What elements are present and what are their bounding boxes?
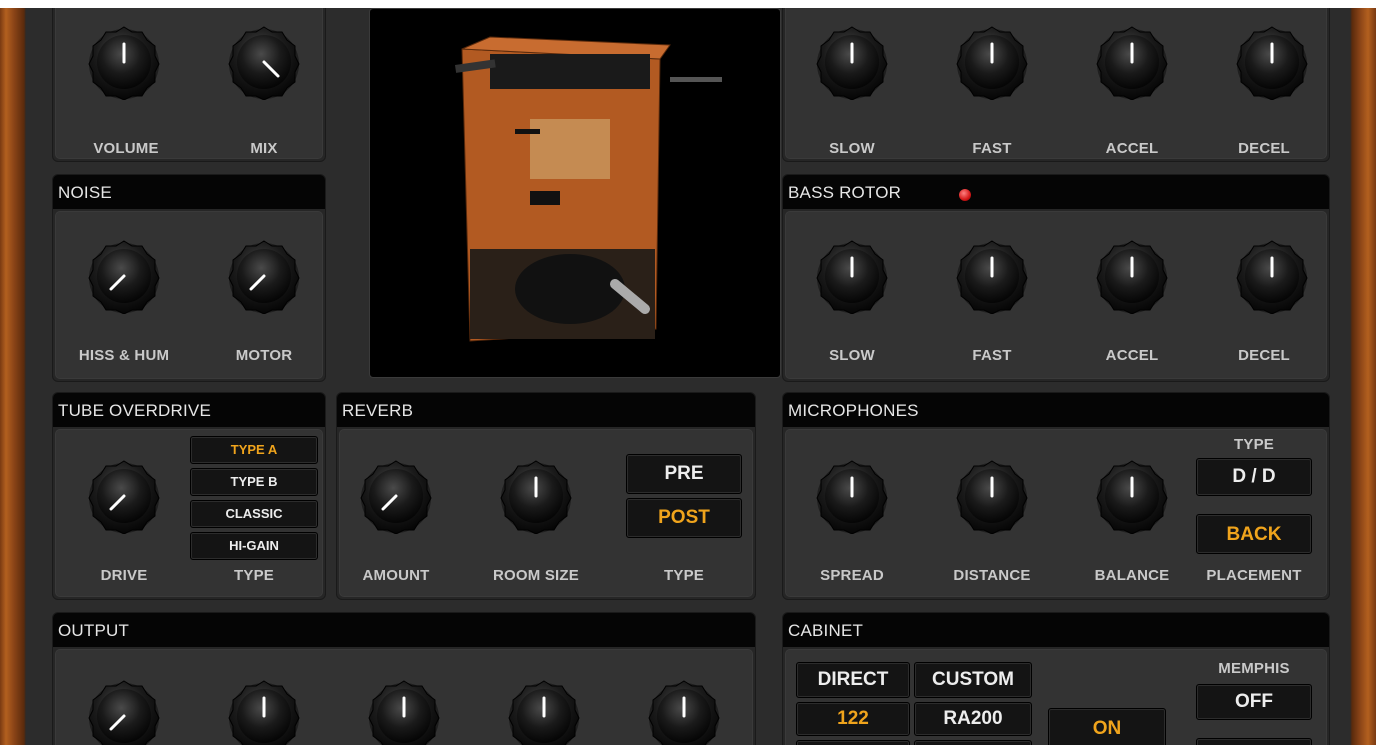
bass-rotor-section: BASS ROTOR SLOW FAST ACCEL DECEL [782,174,1330,382]
cabinet-custom-button[interactable]: CUSTOM [914,662,1032,698]
tube-overdrive-section: TUBE OVERDRIVE TYPE A TYPE B CLASSIC HI-… [52,392,326,600]
plugin-panel: VOLUME MIX SLOW FAST ACCEL DECEL NOISE H… [26,8,1350,745]
reverb-amount-label: AMOUNT [362,567,430,584]
bass-slow-knob[interactable] [814,238,890,314]
reverb-post-button[interactable]: POST [626,498,742,538]
treble-fast-knob[interactable] [954,24,1030,100]
room-size-knob[interactable] [498,458,574,534]
room-size-label: ROOM SIZE [493,567,579,584]
treble-accel-label: ACCEL [1105,140,1159,157]
reverb-section: REVERB PRE POST AMOUNT ROOM SIZE TYPE [336,392,756,600]
cabinet-row3-right-button[interactable] [914,740,1032,745]
output-knob-2[interactable] [226,678,302,745]
bass-slow-label: SLOW [829,347,875,364]
tube-type-b-button[interactable]: TYPE B [190,468,318,496]
noise-title: NOISE [58,183,112,202]
microphones-header: MICROPHONES [783,393,1329,427]
output-section: OUTPUT [52,612,756,745]
reverb-header: REVERB [337,393,755,427]
noise-section: NOISE HISS & HUM MOTOR [52,174,326,382]
reverb-pre-button[interactable]: PRE [626,454,742,494]
mic-type-button[interactable]: D / D [1196,458,1312,496]
microphones-section: MICROPHONES TYPE D / D BACK SPREAD DISTA… [782,392,1330,600]
reverb-amount-knob[interactable] [358,458,434,534]
treble-rotor-section: SLOW FAST ACCEL DECEL [782,8,1330,162]
hiss-hum-label: HISS & HUM [78,347,170,364]
volume-label: VOLUME [93,140,159,157]
output-knob-1[interactable] [86,678,162,745]
treble-fast-label: FAST [972,140,1012,157]
master-section: VOLUME MIX [52,8,326,162]
spread-knob[interactable] [814,458,890,534]
mix-knob[interactable] [226,24,302,100]
noise-header: NOISE [53,175,325,209]
cabinet-on-button[interactable]: ON [1048,708,1166,745]
bass-rotor-led-icon [959,189,971,201]
memphis-button[interactable]: OFF [1196,684,1312,720]
rotary-speaker-cabinet-image [369,8,781,378]
mic-type-caption: TYPE [1234,436,1274,453]
tube-type-label: TYPE [234,567,274,584]
bass-rotor-title: BASS ROTOR [788,183,902,202]
treble-decel-label: DECEL [1238,140,1290,157]
volume-knob[interactable] [86,24,162,100]
tube-overdrive-title: TUBE OVERDRIVE [58,401,211,420]
treble-slow-knob[interactable] [814,24,890,100]
cabinet-ra200-button[interactable]: RA200 [914,702,1032,736]
mix-label: MIX [250,140,278,157]
output-knob-4[interactable] [506,678,582,745]
bass-fast-label: FAST [972,347,1012,364]
treble-accel-knob[interactable] [1094,24,1170,100]
distance-knob[interactable] [954,458,1030,534]
output-knob-5[interactable] [646,678,722,745]
cabinet-title: CABINET [788,621,864,640]
drive-label: DRIVE [100,567,148,584]
tube-classic-button[interactable]: CLASSIC [190,500,318,528]
bass-decel-knob[interactable] [1234,238,1310,314]
tube-overdrive-header: TUBE OVERDRIVE [53,393,325,427]
balance-knob[interactable] [1094,458,1170,534]
cabinet-header: CABINET [783,613,1329,647]
memphis-secondary-button[interactable] [1196,738,1312,745]
tube-type-a-button[interactable]: TYPE A [190,436,318,464]
drive-knob[interactable] [86,458,162,534]
cabinet-122-button[interactable]: 122 [796,702,910,736]
cabinet-section: CABINET DIRECT CUSTOM 122 RA200 ON MEMPH… [782,612,1330,745]
tube-hi-gain-button[interactable]: HI-GAIN [190,532,318,560]
plugin-window: VOLUME MIX SLOW FAST ACCEL DECEL NOISE H… [0,8,1376,745]
placement-label: PLACEMENT [1206,567,1302,584]
hiss-hum-knob[interactable] [86,238,162,314]
output-knob-3[interactable] [366,678,442,745]
treble-slow-label: SLOW [829,140,875,157]
motor-knob[interactable] [226,238,302,314]
balance-label: BALANCE [1094,567,1170,584]
bass-accel-knob[interactable] [1094,238,1170,314]
memphis-label: MEMPHIS [1218,660,1290,677]
mic-placement-button[interactable]: BACK [1196,514,1312,554]
cabinet-row3-left-button[interactable] [796,740,910,745]
reverb-title: REVERB [342,401,414,420]
microphones-title: MICROPHONES [788,401,919,420]
output-title: OUTPUT [58,621,130,640]
treble-decel-knob[interactable] [1234,24,1310,100]
bass-rotor-header: BASS ROTOR [783,175,1329,209]
bass-fast-knob[interactable] [954,238,1030,314]
motor-label: MOTOR [235,347,293,364]
cabinet-direct-button[interactable]: DIRECT [796,662,910,698]
distance-label: DISTANCE [953,567,1031,584]
spread-label: SPREAD [820,567,884,584]
output-header: OUTPUT [53,613,755,647]
bass-accel-label: ACCEL [1105,347,1159,364]
bass-decel-label: DECEL [1238,347,1290,364]
reverb-type-label: TYPE [664,567,704,584]
